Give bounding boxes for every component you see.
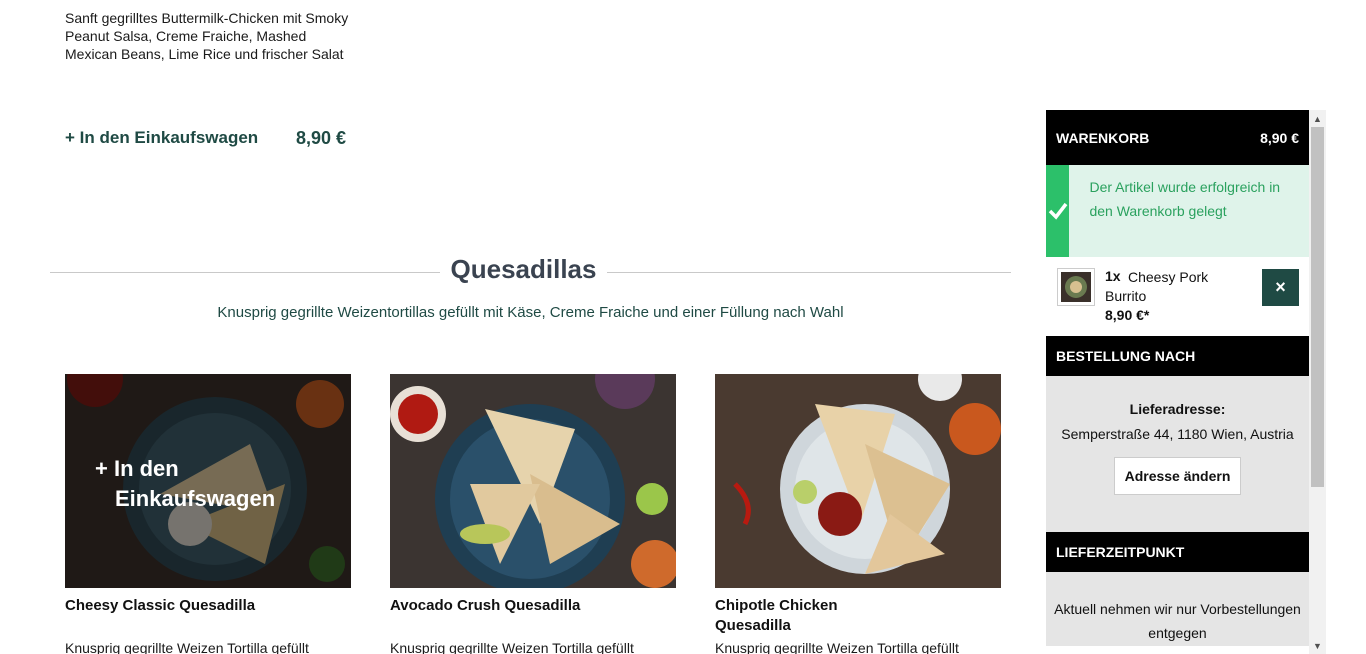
cart-scrollbar[interactable]: ▲ ▼ <box>1309 110 1326 654</box>
product-description: Knusprig gegrillte Weizen Tortilla gefül… <box>715 640 959 654</box>
product-title[interactable]: Chipotle Chicken Quesadilla <box>715 596 915 636</box>
product-card-cheesy-classic: + In den Einkaufswagen Cheesy Classic Qu… <box>65 374 351 654</box>
remove-item-button[interactable]: × <box>1262 269 1299 306</box>
quesadilla-image <box>715 374 1001 588</box>
address-value: Semperstraße 44, 1180 Wien, Austria <box>1061 426 1294 442</box>
product-description: Knusprig gegrillte Weizen Tortilla gefül… <box>390 640 634 654</box>
section-divider-left <box>50 272 440 273</box>
product-image-chipotle-chicken[interactable] <box>715 374 1001 588</box>
product-image-avocado-crush[interactable] <box>390 374 676 588</box>
product-card-chipotle-chicken: Chipotle Chicken Quesadilla Knusprig geg… <box>715 374 1001 654</box>
checkmark-icon <box>1046 165 1070 257</box>
success-alert: Der Artikel wurde erfolgreich in den War… <box>1046 165 1309 257</box>
cart-item: 1x Cheesy Pork Burrito 8,90 €* × <box>1046 257 1309 336</box>
overlay-add-label[interactable]: + In den Einkaufswagen <box>95 454 275 514</box>
add-to-cart-link[interactable]: + In den Einkaufswagen <box>65 128 258 148</box>
overlay-line-1: + In den <box>95 456 179 481</box>
section-title: Quesadillas <box>450 254 597 284</box>
success-message: Der Artikel wurde erfolgreich in den War… <box>1089 179 1281 219</box>
product-card-avocado-crush: Avocado Crush Quesadilla Knusprig gegril… <box>390 374 676 654</box>
cart-header: WARENKORB 8,90 € <box>1046 110 1309 165</box>
cart-item-name: Cheesy Pork Burrito <box>1105 269 1209 304</box>
scroll-up-arrow-icon[interactable]: ▲ <box>1309 110 1326 127</box>
product-price: 8,90 € <box>296 128 347 148</box>
section-subtitle: Knusprig gegrillte Weizentortillas gefül… <box>217 304 844 321</box>
scrollbar-thumb[interactable] <box>1311 127 1324 487</box>
change-address-button[interactable]: Adresse ändern <box>1113 457 1242 495</box>
cart-title: WARENKORB <box>1056 129 1150 146</box>
cart-item-thumbnail <box>1057 268 1095 306</box>
overlay-line-2: Einkaufswagen <box>115 486 276 511</box>
delivery-time-message: Aktuell nehmen wir nur Vorbestellungen e… <box>1046 572 1309 646</box>
cart-item-price: 8,90 €* <box>1105 307 1150 323</box>
product-title[interactable]: Avocado Crush Quesadilla <box>390 596 590 616</box>
cart-sidebar: WARENKORB 8,90 € Der Artikel wurde erfol… <box>1046 110 1309 654</box>
product-description: Knusprig gegrillte Weizen Tortilla gefül… <box>65 640 309 654</box>
product-description: Sanft gegrilltes Buttermilk-Chicken mit … <box>65 10 349 62</box>
quesadilla-image <box>390 374 676 588</box>
cart-total: 8,90 € <box>1260 129 1299 146</box>
address-label: Lieferadresse: <box>1129 401 1226 417</box>
delivery-time-header: LIEFERZEITPUNKT <box>1046 532 1309 572</box>
order-section-header: BESTELLUNG NACH <box>1046 336 1309 376</box>
product-image-cheesy-classic[interactable]: + In den Einkaufswagen <box>65 374 351 588</box>
section-divider-right <box>607 272 1011 273</box>
scroll-down-arrow-icon[interactable]: ▼ <box>1309 637 1326 654</box>
product-title[interactable]: Cheesy Classic Quesadilla <box>65 596 265 616</box>
delivery-address-panel: Lieferadresse: Semperstraße 44, 1180 Wie… <box>1046 376 1309 532</box>
